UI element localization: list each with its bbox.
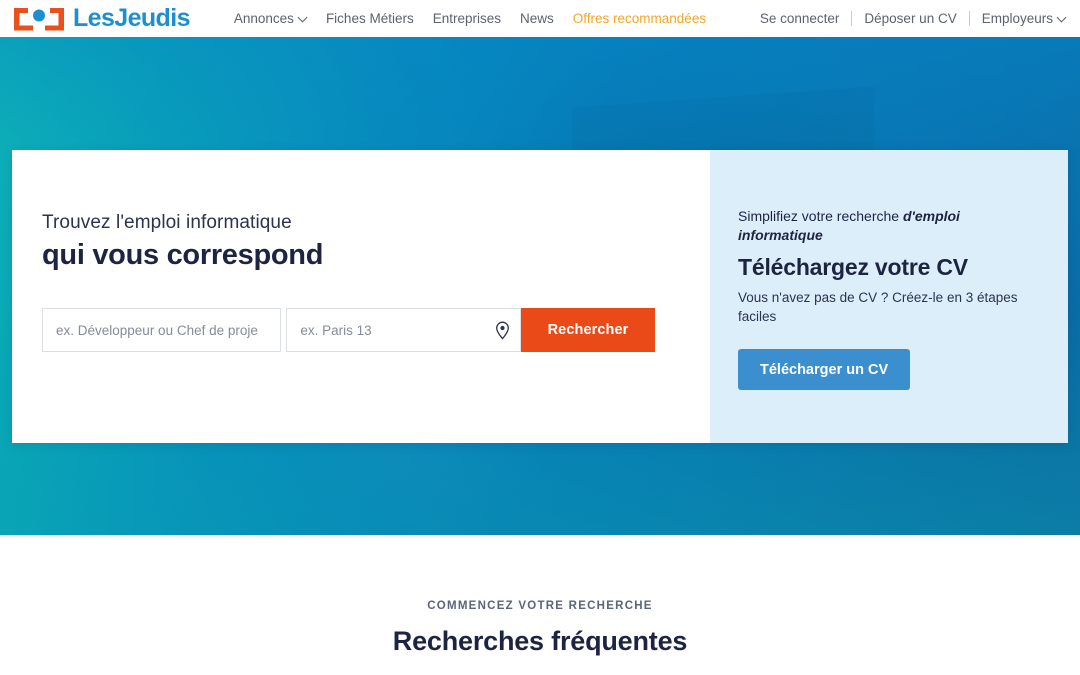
site-logo[interactable]: LesJeudis	[12, 6, 190, 31]
cv-upload-panel: Simplifiez votre recherche d'emploi info…	[710, 150, 1068, 443]
section-title: Recherches fréquentes	[392, 626, 688, 656]
nav-item-fiches-metiers[interactable]: Fiches Métiers	[326, 12, 414, 26]
nav-item-news[interactable]: News	[520, 12, 554, 26]
map-pin-icon[interactable]	[484, 321, 520, 340]
cv-kicker-prefix: Simplifiez votre recherche	[738, 208, 903, 224]
chevron-down-icon	[1058, 14, 1066, 22]
chevron-down-icon	[299, 14, 307, 22]
nav-item-employeurs[interactable]: Employeurs	[970, 12, 1066, 26]
secondary-navigation: Se connecter Déposer un CV Employeurs	[748, 11, 1066, 26]
nav-item-label: Employeurs	[981, 10, 1053, 26]
site-header: LesJeudis Annonces Fiches Métiers Entrep…	[0, 0, 1080, 37]
location-field-wrapper	[286, 308, 521, 352]
job-search-form: Rechercher	[42, 308, 656, 352]
hero-title-line2: qui vous correspond	[42, 238, 324, 271]
cv-panel-title: Téléchargez votre CV	[738, 253, 968, 280]
cv-panel-kicker: Simplifiez votre recherche d'emploi info…	[738, 207, 1040, 245]
nav-item-se-connecter[interactable]: Se connecter	[748, 12, 852, 26]
nav-item-annonces[interactable]: Annonces	[234, 12, 307, 26]
location-search-input[interactable]	[287, 309, 484, 351]
hero-section: Trouvez l'emploi informatique qui vous c…	[0, 37, 1080, 535]
upload-cv-button[interactable]: Télécharger un CV	[738, 349, 911, 391]
frequent-searches-section: COMMENCEZ VOTRE RECHERCHE Recherches fré…	[0, 535, 1080, 657]
cv-panel-subtitle: Vous n'avez pas de CV ? Créez-le en 3 ét…	[738, 289, 1018, 324]
brackets-dot-logo-icon	[12, 7, 66, 31]
hero-search-panel: Trouvez l'emploi informatique qui vous c…	[12, 150, 710, 443]
section-eyebrow: COMMENCEZ VOTRE RECHERCHE	[427, 600, 653, 612]
logo-text: LesJeudis	[73, 4, 190, 32]
hero-title-line1: Trouvez l'emploi informatique	[42, 212, 292, 233]
nav-item-label: Annonces	[233, 10, 294, 26]
nav-item-offres-recommandees[interactable]: Offres recommandées	[573, 12, 706, 26]
nav-item-entreprises[interactable]: Entreprises	[433, 12, 501, 26]
keyword-search-input[interactable]	[43, 309, 281, 351]
hero-card: Trouvez l'emploi informatique qui vous c…	[12, 150, 1068, 443]
keyword-field-wrapper	[42, 308, 282, 352]
nav-item-deposer-un-cv[interactable]: Déposer un CV	[852, 12, 968, 26]
primary-navigation: Annonces Fiches Métiers Entreprises News…	[234, 12, 706, 26]
search-submit-button[interactable]: Rechercher	[521, 308, 656, 352]
